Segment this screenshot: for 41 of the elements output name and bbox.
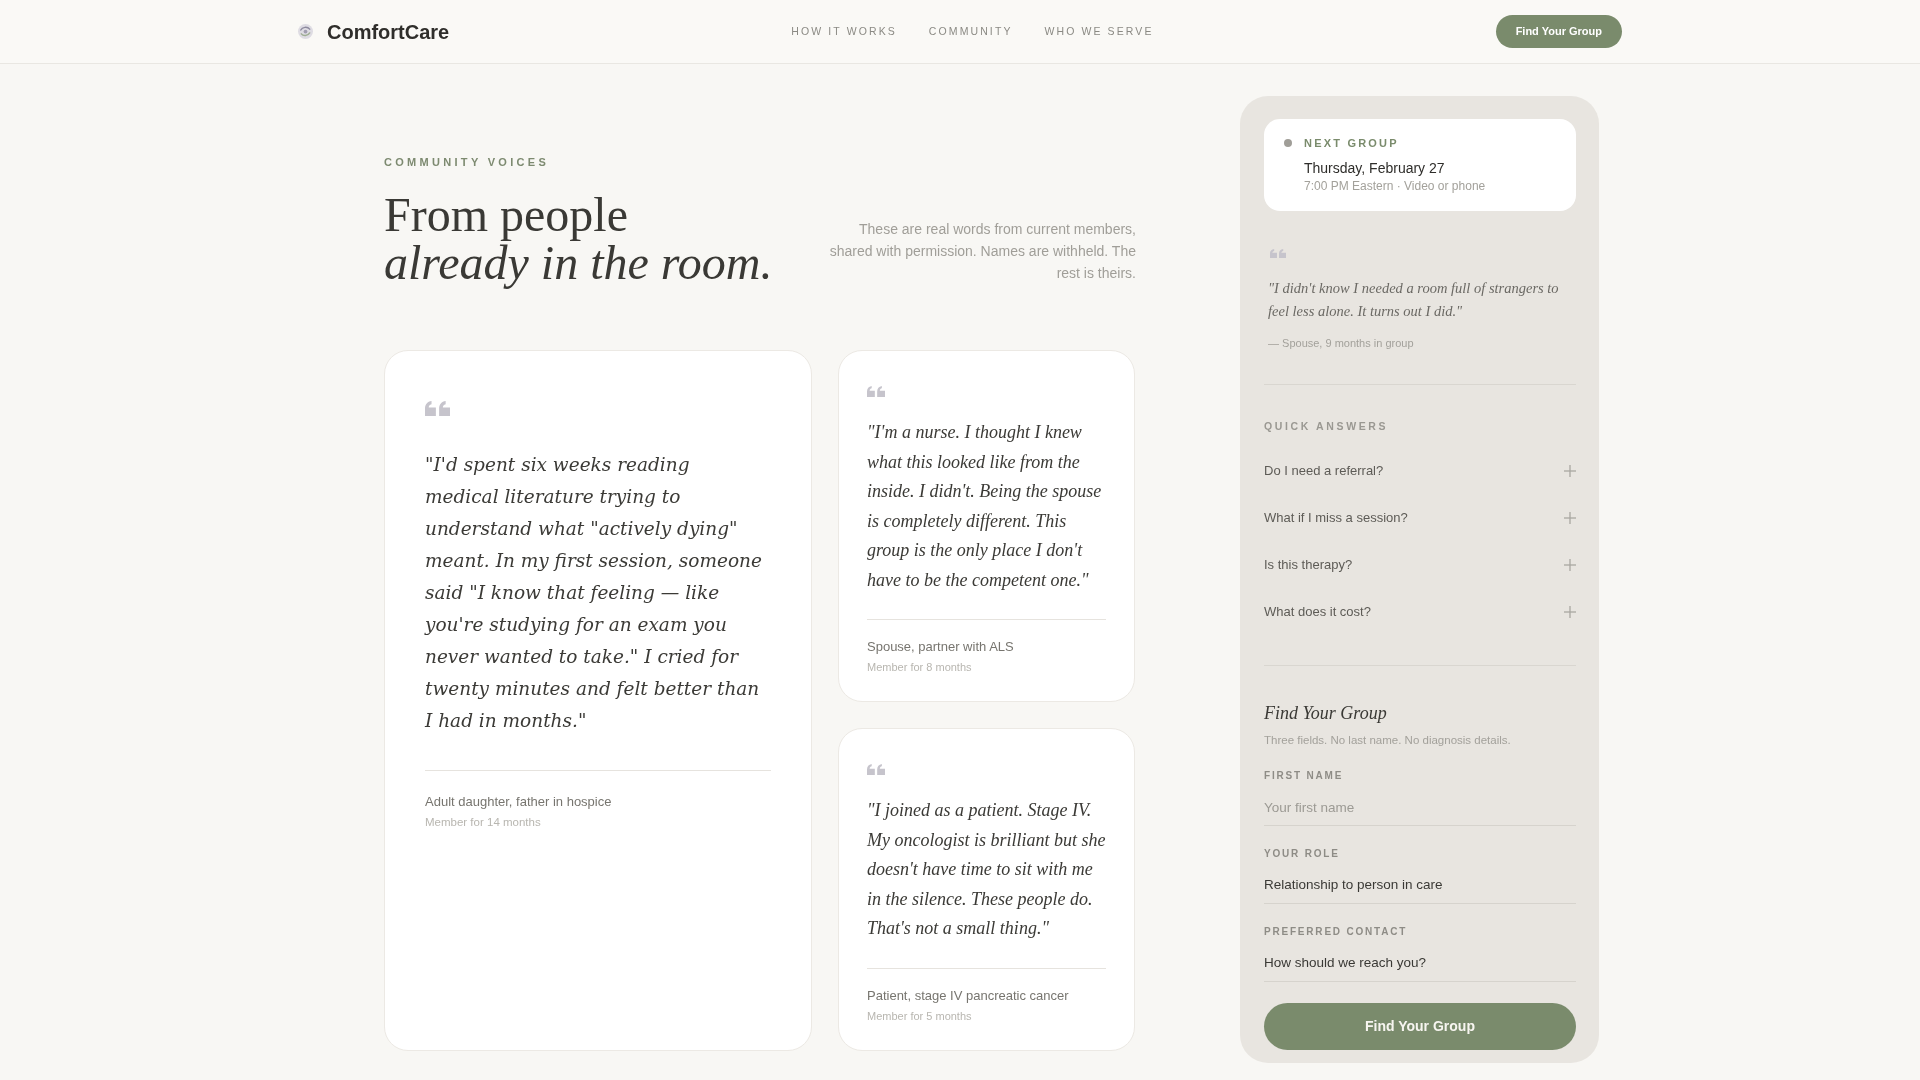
- text-input-field[interactable]: Your first name: [1264, 790, 1576, 826]
- quote-icon: [867, 764, 885, 775]
- next-group-date: Thursday, February 27: [1303, 159, 1446, 178]
- faq-item[interactable]: Do I need a referral?: [1264, 447, 1576, 494]
- nav-link[interactable]: HOW IT WORKS: [791, 23, 897, 40]
- testimonial-quote: "I'd spent six weeks reading medical literature trying to understand what "actively dying" meant. In my first session, someone said "I know that feeling — like you're studying for an exam you never wanted to take." I cried for twenty minutes and felt better than I had in months.": [425, 453, 763, 733]
- testimonial-quote: "I joined as a patient. Stage IV. My oncologist is brilliant but she doesn't have time to sit with me in the silence. These people do. That's not a small thing.": [867, 799, 1106, 940]
- member-tenure: Member for 14 months: [425, 815, 542, 830]
- select-field[interactable]: Relationship to person in care: [1264, 868, 1576, 904]
- member-tenure: Member for 8 months: [867, 660, 973, 675]
- page-heading: From people already in the room.: [384, 191, 773, 287]
- faq-item[interactable]: What does it cost?: [1264, 588, 1576, 635]
- member-tenure: Member for 5 months: [867, 1008, 973, 1024]
- faq-item[interactable]: What if I miss a session?: [1264, 494, 1576, 541]
- field-label: FIRST NAME: [1264, 769, 1345, 783]
- faq-item[interactable]: Is this therapy?: [1264, 541, 1576, 588]
- testimonial-author: Spouse, partner with ALS: [867, 638, 1015, 656]
- quote-icon: [867, 386, 885, 397]
- logo-icon: [298, 24, 313, 39]
- nav-link[interactable]: WHO WE SERVE: [1044, 23, 1154, 40]
- form-subtitle: Three fields. No last name. No diagnosis details.: [1264, 733, 1512, 748]
- sidebar-quote: "I didn't know I needed a room full of strangers to feel less alone. It turns out I did.": [1268, 279, 1560, 321]
- section-label: QUICK ANSWERS: [1264, 419, 1390, 433]
- eyebrow-label: COMMUNITY VOICES: [384, 155, 550, 170]
- quote-icon: [425, 401, 450, 416]
- select-field[interactable]: How should we reach you?: [1264, 946, 1576, 982]
- nav-link[interactable]: COMMUNITY: [928, 23, 1013, 40]
- submit-button[interactable]: Find Your Group: [1264, 1003, 1576, 1050]
- testimonial-quote: "I'm a nurse. I thought I knew what this looked like from the inside. I didn't. Being the spouse is completely different. This group is the only place I don't have to be the competent one.": [867, 421, 1103, 592]
- field-label: YOUR ROLE: [1264, 847, 1341, 861]
- quote-icon: [1270, 249, 1286, 258]
- find-group-button[interactable]: Find Your Group: [1495, 15, 1622, 48]
- brand-name[interactable]: ComfortCare: [327, 16, 450, 47]
- testimonial-author: Adult daughter, father in hospice: [425, 793, 613, 811]
- form-title: Find Your Group: [1264, 702, 1388, 725]
- next-group-details: 7:00 PM Eastern · Video or phone: [1303, 178, 1487, 194]
- next-group-label: NEXT GROUP: [1304, 136, 1399, 150]
- quote-attribution: — Spouse, 9 months in group: [1268, 336, 1415, 351]
- field-label: PREFERRED CONTACT: [1264, 925, 1409, 939]
- testimonial-author: Patient, stage IV pancreatic cancer: [867, 986, 1070, 1005]
- intro-description: These are real words from current members, shared with permission. Names are withheld. The rest is theirs.: [828, 220, 1136, 283]
